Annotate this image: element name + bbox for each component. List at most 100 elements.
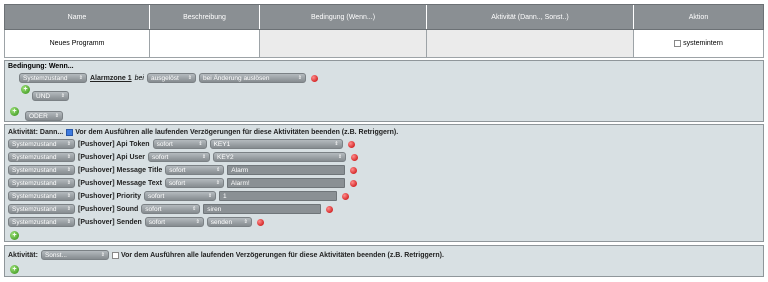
else-section: Aktivität: Sonst... ⇕ Vor dem Ausführen a…	[4, 245, 764, 277]
chevron-down-icon: ⇕	[66, 180, 71, 186]
program-action-cell: systemintern	[634, 30, 763, 57]
condition-type-select[interactable]: Systemzustand ⇕	[19, 73, 87, 83]
delete-icon[interactable]	[351, 153, 359, 161]
chevron-down-icon: ⇕	[192, 206, 197, 212]
chevron-down-icon: ⇕	[195, 219, 200, 225]
activity-retrigger-checkbox[interactable]	[66, 128, 74, 136]
activity-type-select[interactable]: Systemzustand ⇕	[8, 165, 75, 175]
chevron-down-icon: ⇕	[337, 154, 343, 160]
activity-label: [Pushover] Sound	[78, 205, 139, 213]
delete-icon[interactable]	[326, 205, 334, 213]
chevron-down-icon: ⇕	[207, 193, 213, 199]
activity-label: [Pushover] Priority	[78, 192, 142, 200]
activity-type-select[interactable]: Systemzustand ⇕	[8, 217, 75, 227]
add-icon[interactable]: +	[10, 106, 19, 116]
add-else-activity: +	[10, 264, 19, 274]
program-name[interactable]: Neues Programm	[5, 30, 150, 57]
activity-row: Systemzustand ⇕ [Pushover] Priority sofor…	[8, 191, 350, 201]
condition-device-link[interactable]: Alarmzone 1	[90, 75, 132, 82]
program-condition-cell	[260, 30, 427, 57]
activity-label: [Pushover] Message Title	[78, 166, 163, 174]
activity-type-select[interactable]: Systemzustand ⇕	[8, 178, 75, 188]
activity-row: Systemzustand ⇕ [Pushover] Api User sofor…	[8, 152, 359, 162]
activity-type-select[interactable]: Systemzustand ⇕	[8, 139, 75, 149]
activity-value-select[interactable]: KEY2 ⇕	[213, 152, 347, 162]
program-row: Neues Programm systemintern	[4, 30, 764, 58]
activity-timing-select[interactable]: sofort ⇕	[144, 191, 217, 201]
chevron-down-icon: ⇕	[78, 75, 83, 81]
condition-section: Bedingung: Wenn... Systemzustand ⇕ Alarmz…	[4, 60, 764, 122]
activity-timing-select[interactable]: sofort ⇕	[148, 152, 211, 162]
condition-title: Bedingung: Wenn...	[8, 63, 74, 70]
activity-type-select[interactable]: Systemzustand ⇕	[8, 152, 75, 162]
activity-label: [Pushover] Message Text	[78, 179, 162, 187]
oder-row: ODER ⇕	[25, 111, 66, 121]
activity-timing-select[interactable]: sofort ⇕	[152, 139, 207, 149]
activity-retrigger-text: Vor dem Ausführen alle laufenden Verzöge…	[75, 128, 399, 136]
activity-timing-select[interactable]: sofort ⇕	[164, 178, 224, 188]
add-and-condition: +	[21, 84, 30, 94]
chevron-down-icon: ⇕	[66, 154, 71, 160]
activity-type-select[interactable]: Systemzustand ⇕	[8, 204, 75, 214]
header-action: Aktion	[688, 13, 709, 21]
activity-header: Aktivität: Dann... Vor dem Ausführen all…	[8, 127, 401, 137]
activity-value-input[interactable]: Alarm!	[226, 178, 345, 188]
systemintern-label: systemintern	[683, 40, 723, 47]
program-editor: Name Beschreibung Bedingung (Wenn...) Ak…	[0, 0, 768, 282]
activity-value-select[interactable]: senden ⇕	[206, 217, 252, 227]
activity-type-select[interactable]: Systemzustand ⇕	[8, 191, 75, 201]
chevron-down-icon: ⇕	[66, 219, 71, 225]
add-activity: +	[10, 230, 19, 240]
chevron-down-icon: ⇕	[187, 75, 192, 81]
oder-select[interactable]: ODER ⇕	[25, 111, 63, 121]
table-header: Name Beschreibung Bedingung (Wenn...) Ak…	[4, 4, 764, 30]
chevron-down-icon: ⇕	[215, 180, 220, 186]
header-condition: Bedingung (Wenn...)	[260, 5, 427, 29]
condition-row: Systemzustand ⇕ Alarmzone 1 bei ausgelöst…	[19, 73, 318, 83]
chevron-down-icon: ⇕	[60, 93, 65, 99]
program-description[interactable]	[150, 30, 260, 57]
else-title: Aktivität:	[8, 251, 38, 259]
activity-timing-select[interactable]: sofort ⇕	[141, 204, 201, 214]
else-select[interactable]: Sonst... ⇕	[40, 250, 109, 260]
systemintern-checkbox[interactable]	[674, 40, 682, 47]
program-activity-cell	[427, 30, 634, 57]
activity-row: Systemzustand ⇕ [Pushover] Sound sofort ⇕ …	[8, 204, 334, 214]
chevron-down-icon: ⇕	[243, 219, 248, 225]
chevron-down-icon: ⇕	[198, 141, 203, 147]
chevron-down-icon: ⇕	[334, 141, 339, 147]
activity-row: Systemzustand ⇕ [Pushover] Senden sofort ⇕…	[8, 217, 264, 227]
activity-value-input[interactable]: 1	[219, 191, 338, 201]
condition-trigger-select[interactable]: bei Änderung auslösen ⇕	[198, 73, 306, 83]
delete-icon[interactable]	[310, 74, 318, 82]
chevron-down-icon: ⇕	[66, 193, 71, 199]
activity-value-input[interactable]: siren	[203, 204, 322, 214]
add-icon[interactable]: +	[10, 264, 19, 274]
else-retrigger-checkbox[interactable]	[111, 251, 119, 259]
chevron-down-icon: ⇕	[201, 154, 207, 160]
activity-value-input[interactable]: Alarm	[227, 165, 346, 175]
chevron-down-icon: ⇕	[297, 75, 302, 81]
condition-state-select[interactable]: ausgelöst ⇕	[146, 73, 196, 83]
activity-timing-select[interactable]: sofort ⇕	[165, 165, 225, 175]
delete-icon[interactable]	[349, 179, 357, 187]
chevron-down-icon: ⇕	[100, 252, 105, 258]
und-select[interactable]: UND ⇕	[32, 91, 69, 101]
header-name: Name	[5, 5, 150, 29]
header-activity: Aktivität (Dann.., Sonst..)	[427, 5, 634, 29]
chevron-down-icon: ⇕	[66, 141, 71, 147]
delete-icon[interactable]	[342, 192, 350, 200]
else-header: Aktivität: Sonst... ⇕ Vor dem Ausführen a…	[8, 250, 447, 260]
header-description: Beschreibung	[150, 5, 260, 29]
delete-icon[interactable]	[350, 166, 358, 174]
condition-bei-label: bei	[134, 74, 144, 82]
chevron-down-icon: ⇕	[66, 206, 71, 212]
activity-value-select[interactable]: KEY1 ⇕	[209, 139, 343, 149]
delete-icon[interactable]	[347, 140, 355, 148]
chevron-down-icon: ⇕	[216, 167, 221, 173]
add-icon[interactable]: +	[21, 84, 30, 94]
delete-icon[interactable]	[256, 218, 264, 226]
else-retrigger-text: Vor dem Ausführen alle laufenden Verzöge…	[120, 251, 444, 259]
activity-timing-select[interactable]: sofort ⇕	[144, 217, 204, 227]
add-icon[interactable]: +	[10, 230, 19, 240]
